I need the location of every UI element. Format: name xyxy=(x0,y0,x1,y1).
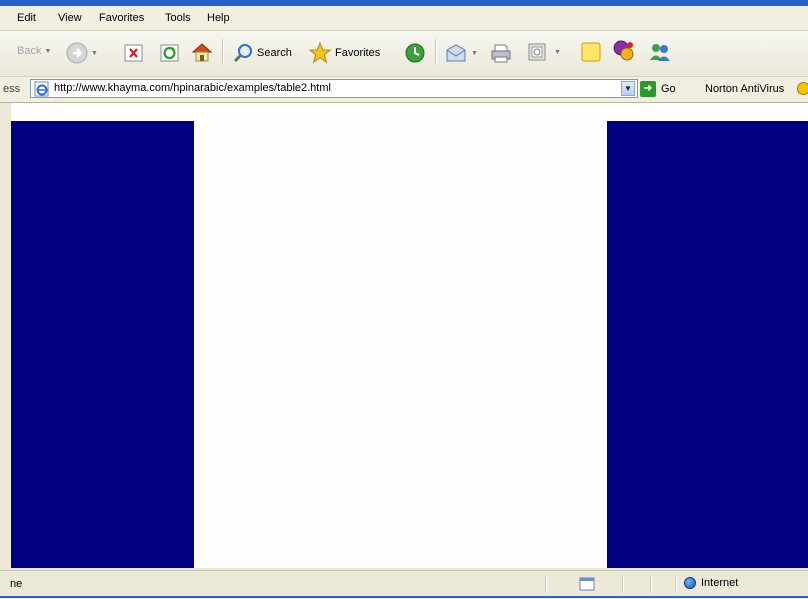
menu-favorites[interactable]: Favorites xyxy=(99,12,144,24)
home-button[interactable] xyxy=(190,41,214,63)
ie-page-icon xyxy=(34,81,49,97)
favorites-button[interactable]: Favorites xyxy=(308,41,380,64)
back-label: Back xyxy=(17,45,42,57)
status-separator xyxy=(675,575,677,593)
stop-button[interactable] xyxy=(124,43,144,63)
history-icon xyxy=(405,43,425,63)
mail-button[interactable]: ▼ xyxy=(444,42,478,64)
back-dropdown-icon[interactable]: ▼ xyxy=(44,48,51,55)
table-cell-left xyxy=(11,121,194,568)
home-icon xyxy=(191,43,213,62)
page-top-margin xyxy=(11,103,808,121)
norton-shield-icon[interactable] xyxy=(797,82,808,95)
star-icon xyxy=(308,41,332,64)
forward-arrow-icon xyxy=(66,42,88,64)
contacts-icon xyxy=(650,44,670,61)
standard-toolbar: Back ▼ ▼ Search Favorites ▼ ▼ xyxy=(0,31,808,77)
back-button[interactable]: Back ▼ xyxy=(14,45,51,57)
sticky-note-icon xyxy=(581,42,601,62)
stop-icon xyxy=(124,44,143,62)
go-arrow-icon: ➜ xyxy=(640,81,656,97)
forward-button[interactable]: ▼ xyxy=(66,42,98,64)
status-separator xyxy=(650,575,652,593)
status-separator xyxy=(622,575,624,593)
status-bar: ne Internet xyxy=(0,570,808,599)
search-button[interactable]: Search xyxy=(232,42,292,64)
window-left-frame xyxy=(0,103,11,568)
discuss-button[interactable] xyxy=(580,41,602,63)
address-bar: ess http://www.khayma.com/hpinarabic/exa… xyxy=(0,77,808,103)
toolbar-separator xyxy=(222,39,224,65)
menu-bar: Edit View Favorites Tools Help xyxy=(0,6,808,31)
menu-tools[interactable]: Tools xyxy=(165,12,191,24)
printer-icon xyxy=(491,44,511,63)
menu-view[interactable]: View xyxy=(58,12,82,24)
forward-dropdown-icon[interactable]: ▼ xyxy=(91,50,98,57)
page-frame-icon xyxy=(579,577,595,591)
table-cell-right xyxy=(607,121,808,568)
globe-icon xyxy=(684,577,696,589)
menu-help[interactable]: Help xyxy=(207,12,230,24)
norton-antivirus-link[interactable]: Norton AntiVirus xyxy=(705,83,784,95)
messenger-button[interactable] xyxy=(612,39,636,63)
edit-dropdown-icon[interactable]: ▼ xyxy=(554,49,561,56)
search-icon xyxy=(233,44,252,63)
address-url: http://www.khayma.com/hpinarabic/example… xyxy=(54,82,331,94)
contacts-button[interactable] xyxy=(648,41,672,63)
history-button[interactable] xyxy=(404,42,426,64)
messenger-icon xyxy=(613,40,634,61)
zone-label: Internet xyxy=(701,577,739,589)
mail-icon xyxy=(446,44,466,62)
toolbar-separator xyxy=(435,39,437,65)
status-text: ne xyxy=(10,578,23,590)
page-viewport xyxy=(11,121,808,568)
go-button[interactable]: ➜ Go xyxy=(640,81,676,97)
go-label: Go xyxy=(661,83,676,95)
edit-button[interactable]: ▼ xyxy=(528,43,561,61)
search-label: Search xyxy=(257,47,292,59)
mail-dropdown-icon[interactable]: ▼ xyxy=(471,50,478,57)
menu-edit[interactable]: Edit xyxy=(17,12,36,24)
favorites-label: Favorites xyxy=(335,46,381,59)
address-label: ess xyxy=(3,83,21,95)
refresh-button[interactable] xyxy=(160,43,180,63)
edit-page-icon xyxy=(528,43,546,61)
status-separator xyxy=(545,575,547,593)
security-zone[interactable]: Internet xyxy=(684,577,738,589)
refresh-icon xyxy=(160,44,179,62)
address-dropdown-icon[interactable]: ▼ xyxy=(621,81,635,96)
print-button[interactable] xyxy=(490,42,512,64)
address-input[interactable]: http://www.khayma.com/hpinarabic/example… xyxy=(30,79,638,98)
